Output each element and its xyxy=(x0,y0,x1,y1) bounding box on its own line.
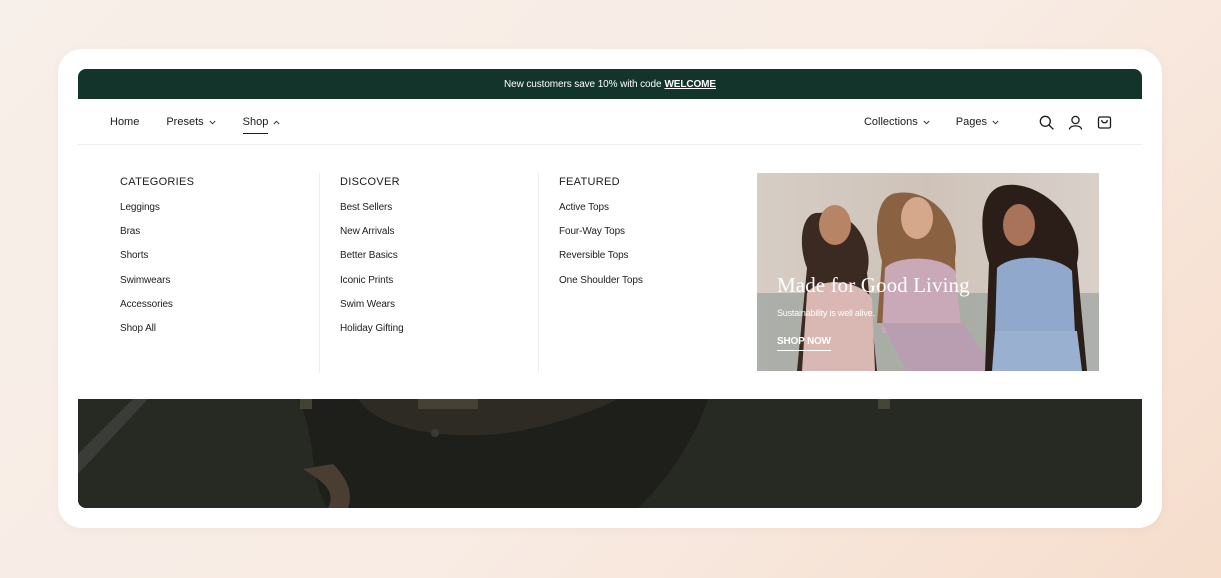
nav-label: Collections xyxy=(863,116,918,128)
nav-left: Home Presets Shop xyxy=(110,99,307,145)
storefront: New customers save 10% with code WELCOME… xyxy=(78,69,1142,508)
menu-column-featured: FEATURED Active Tops Four-Way Tops Rever… xyxy=(538,173,757,373)
shop-mega-menu: CATEGORIES Leggings Bras Shorts Swimwear… xyxy=(78,146,1142,399)
menu-link-iconic-prints[interactable]: Iconic Prints xyxy=(340,275,538,299)
nav-item-shop[interactable]: Shop xyxy=(242,116,281,134)
nav-label: Shop xyxy=(242,116,269,128)
menu-link-one-shoulder-tops[interactable]: One Shoulder Tops xyxy=(559,275,757,299)
column-heading: CATEGORIES xyxy=(120,176,195,188)
nav-right: Collections Pages xyxy=(864,99,1112,145)
nav-label: Presets xyxy=(166,116,204,128)
menu-link-swimwears[interactable]: Swimwears xyxy=(120,275,319,299)
chevron-up-icon xyxy=(273,118,280,127)
chevron-down-icon xyxy=(992,118,999,127)
menu-link-holiday-gifting[interactable]: Holiday Gifting xyxy=(340,323,538,347)
menu-column-discover: DISCOVER Best Sellers New Arrivals Bette… xyxy=(319,173,538,373)
menu-link-swim-wears[interactable]: Swim Wears xyxy=(340,299,538,323)
nav-item-pages[interactable]: Pages xyxy=(956,116,999,128)
menu-link-shorts[interactable]: Shorts xyxy=(120,250,319,274)
chevron-down-icon xyxy=(923,118,930,127)
column-heading: FEATURED xyxy=(559,176,620,188)
nav-item-presets[interactable]: Presets xyxy=(166,116,216,128)
menu-link-better-basics[interactable]: Better Basics xyxy=(340,250,538,274)
nav-label: Pages xyxy=(955,116,987,128)
nav-label: Home xyxy=(110,116,140,128)
menu-link-reversible-tops[interactable]: Reversible Tops xyxy=(559,250,757,274)
menu-link-bras[interactable]: Bras xyxy=(120,226,319,250)
search-icon[interactable] xyxy=(1038,114,1054,130)
promo-banner[interactable]: Made for Good Living Sustainability is w… xyxy=(757,173,1099,371)
promo-subtitle: Sustainability is well alive. xyxy=(777,308,875,318)
main-navigation: Home Presets Shop Collections Pages xyxy=(78,99,1142,145)
menu-link-leggings[interactable]: Leggings xyxy=(120,202,319,226)
hero-photo xyxy=(78,399,1142,508)
announcement-bar: New customers save 10% with code WELCOME xyxy=(78,69,1142,99)
menu-link-best-sellers[interactable]: Best Sellers xyxy=(340,202,538,226)
menu-link-new-arrivals[interactable]: New Arrivals xyxy=(340,226,538,250)
nav-item-collections[interactable]: Collections xyxy=(864,116,930,128)
hero-banner-dimmed xyxy=(78,399,1142,508)
cart-icon[interactable] xyxy=(1096,114,1112,130)
promo-title: Made for Good Living xyxy=(777,273,970,297)
menu-link-active-tops[interactable]: Active Tops xyxy=(559,202,757,226)
menu-link-accessories[interactable]: Accessories xyxy=(120,299,319,323)
promo-code-link[interactable]: WELCOME xyxy=(664,79,716,90)
announcement-text: New customers save 10% with code xyxy=(504,78,662,90)
screenshot-frame: New customers save 10% with code WELCOME… xyxy=(58,49,1162,528)
shop-now-link[interactable]: SHOP NOW xyxy=(777,336,831,351)
chevron-down-icon xyxy=(209,118,216,127)
menu-link-four-way-tops[interactable]: Four-Way Tops xyxy=(559,226,757,250)
menu-link-shop-all[interactable]: Shop All xyxy=(120,323,319,347)
nav-item-home[interactable]: Home xyxy=(110,116,139,128)
column-heading: DISCOVER xyxy=(340,176,400,188)
menu-column-categories: CATEGORIES Leggings Bras Shorts Swimwear… xyxy=(120,173,319,373)
account-icon[interactable] xyxy=(1067,114,1083,130)
